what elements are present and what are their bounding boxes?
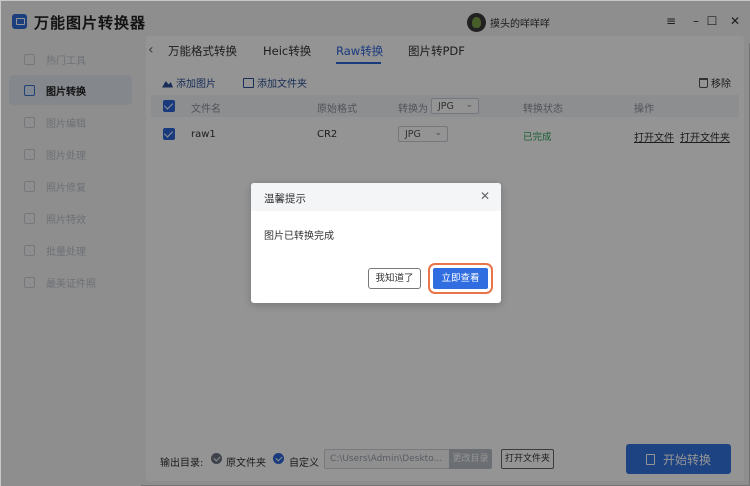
close-icon[interactable]: ✕ (480, 189, 490, 203)
dialog-message: 图片已转换完成 (264, 231, 334, 242)
dialog-title: 温馨提示 (264, 193, 306, 205)
view-now-button[interactable]: 立即查看 (428, 263, 493, 294)
dialog-header: 温馨提示 ✕ (251, 183, 501, 211)
app-window: 万能图片转换器 摸头的咩咩咩 ≡ – ☐ ✕ 热门工具 图片转换 图片编辑 图片… (0, 0, 750, 486)
completion-dialog: 温馨提示 ✕ 图片已转换完成 我知道了 立即查看 (251, 183, 501, 303)
got-it-button[interactable]: 我知道了 (368, 268, 421, 289)
